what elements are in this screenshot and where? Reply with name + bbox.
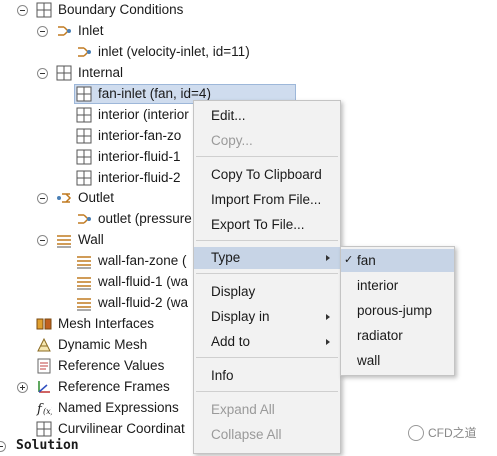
menu-item-copy: Copy... (211, 133, 253, 148)
interior-icon (76, 107, 92, 123)
tree-item-outlet-boundary[interactable]: outlet (pressure (98, 209, 192, 229)
tree-item-mesh-interfaces[interactable]: Mesh Interfaces (58, 314, 154, 334)
menu-separator (196, 391, 338, 392)
menu-separator (196, 273, 338, 274)
interior-fluid-1-icon (76, 149, 92, 165)
context-menu: Edit... Copy... Copy To Clipboard Import… (193, 100, 341, 454)
tree-item-inlet-boundary[interactable]: inlet (velocity-inlet, id=11) (98, 42, 250, 62)
tree-item-wall-fan-zone[interactable]: wall-fan-zone ( (98, 251, 187, 271)
menu-item-import-from-file[interactable]: Import From File... (194, 189, 340, 211)
tree-item-wall-fluid-2[interactable]: wall-fluid-2 (wa (98, 293, 188, 313)
dynamic-mesh-icon (37, 337, 51, 352)
menu-item-copy-to-clipboard[interactable]: Copy To Clipboard (194, 164, 340, 186)
tree-item-wall[interactable]: Wall (78, 230, 104, 250)
menu-separator (196, 357, 338, 358)
inlet-boundary-icon (78, 47, 91, 57)
submenu-arrow-icon (326, 339, 330, 345)
boundary-conditions-icon (36, 2, 52, 18)
submenu-arrow-icon (326, 314, 330, 320)
wechat-icon (408, 424, 424, 441)
wall-fluid-2-icon (77, 298, 91, 311)
outlet-icon (57, 193, 72, 203)
tree-item-boundary-conditions[interactable]: Boundary Conditions (58, 0, 183, 20)
expand-toggle-reference-frames[interactable] (17, 382, 28, 393)
named-expressions-icon: f(x) (36, 402, 52, 416)
interior-fan-zone-icon (76, 128, 92, 144)
tree-item-dynamic-mesh[interactable]: Dynamic Mesh (58, 335, 147, 355)
reference-values-icon (37, 358, 51, 374)
watermark: CFD之道 (408, 424, 477, 441)
mesh-interfaces-icon (36, 318, 52, 330)
tree-item-reference-frames[interactable]: Reference Frames (58, 377, 170, 397)
watermark-text: CFD之道 (428, 426, 477, 440)
collapse-toggle-solution[interactable] (0, 441, 6, 452)
menu-item-display[interactable]: Display (194, 281, 340, 303)
collapse-toggle-outlet[interactable] (37, 193, 48, 204)
curvilinear-coordinates-icon (36, 421, 52, 437)
menu-item-add-to[interactable]: Add to (194, 331, 340, 353)
fan-inlet-icon (76, 86, 92, 102)
menu-item-expand-all: Expand All (211, 402, 275, 417)
tree-item-interior[interactable]: interior (interior (98, 105, 189, 125)
tree-item-outlet[interactable]: Outlet (78, 188, 114, 208)
interior-fluid-2-icon (76, 170, 92, 186)
collapse-toggle-boundary-conditions[interactable] (17, 5, 28, 16)
collapse-toggle-inlet[interactable] (37, 26, 48, 37)
menu-separator (196, 240, 338, 241)
tree-item-internal[interactable]: Internal (78, 63, 123, 83)
tree-item-reference-values[interactable]: Reference Values (58, 356, 164, 376)
menu-item-export-to-file[interactable]: Export To File... (194, 214, 340, 236)
collapse-toggle-internal[interactable] (37, 68, 48, 79)
wall-fluid-1-icon (77, 277, 91, 290)
svg-text:(x): (x) (43, 407, 52, 416)
tree-item-inlet[interactable]: Inlet (78, 21, 104, 41)
tree-item-interior-fluid-2[interactable]: interior-fluid-2 (98, 168, 181, 188)
submenu-arrow-icon (326, 255, 330, 261)
menu-item-collapse-all: Collapse All (211, 427, 282, 442)
type-submenu: ✓ fan interior porous-jump radiator wall (340, 246, 455, 376)
menu-item-edit[interactable]: Edit... (194, 105, 340, 127)
submenu-item-porous-jump[interactable]: porous-jump (341, 299, 454, 322)
menu-item-display-in[interactable]: Display in (194, 306, 340, 328)
tree-item-interior-fan-zone[interactable]: interior-fan-zo (98, 126, 181, 146)
reference-frames-icon (38, 381, 50, 393)
submenu-item-interior[interactable]: interior (341, 274, 454, 297)
inlet-icon (58, 26, 71, 36)
collapse-toggle-wall[interactable] (37, 235, 48, 246)
menu-item-info[interactable]: Info (194, 365, 340, 387)
wall-fan-zone-icon (77, 256, 91, 269)
wall-icon (57, 235, 71, 248)
submenu-item-radiator[interactable]: radiator (341, 324, 454, 347)
tree-item-interior-fluid-1[interactable]: interior-fluid-1 (98, 147, 181, 167)
menu-item-type[interactable]: Type (194, 247, 340, 269)
tree-item-wall-fluid-1[interactable]: wall-fluid-1 (wa (98, 272, 188, 292)
tree-item-named-expressions[interactable]: Named Expressions (58, 398, 179, 418)
submenu-item-wall[interactable]: wall (341, 349, 454, 372)
tree-item-solution[interactable]: Solution (16, 436, 79, 456)
menu-separator (196, 156, 338, 157)
internal-icon (56, 65, 72, 81)
submenu-item-fan[interactable]: ✓ fan (341, 249, 454, 272)
outlet-boundary-icon (78, 214, 91, 224)
checkmark-icon: ✓ (344, 254, 354, 266)
